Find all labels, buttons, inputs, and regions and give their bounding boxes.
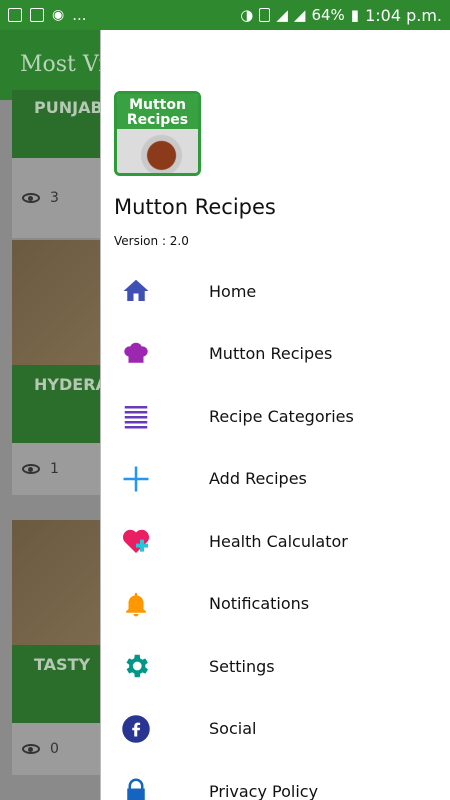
menu-item-notifications[interactable]: Notifications (101, 573, 450, 636)
bell-icon (119, 587, 153, 621)
battery-percent: 64% (311, 6, 345, 24)
heart-plus-icon (119, 524, 153, 558)
menu-item-privacy-policy[interactable]: Privacy Policy (101, 760, 450, 800)
eye-icon (22, 464, 40, 474)
menu-item-add-recipes[interactable]: Add Recipes (101, 448, 450, 511)
page-title: Most Vi (20, 52, 106, 77)
menu-item-mutton-recipes[interactable]: Mutton Recipes (101, 323, 450, 386)
plus-icon (119, 462, 153, 496)
sim-icon (259, 8, 271, 22)
clock: 1:04 p.m. (365, 5, 442, 25)
home-icon (119, 274, 153, 308)
menu-item-home[interactable]: Home (101, 260, 450, 323)
eye-icon (22, 744, 40, 754)
menu-item-settings[interactable]: Settings (101, 635, 450, 698)
signal-icon: ◢ (276, 6, 288, 24)
signal-2-icon: ◢ (293, 6, 306, 24)
wifi-icon: ◑ (240, 6, 254, 24)
app-name: Mutton Recipes (114, 195, 276, 219)
navigation-drawer: Mutton Recipes Mutton Recipes Version : … (100, 30, 450, 800)
list-icon (119, 399, 153, 433)
menu-item-recipe-categories[interactable]: Recipe Categories (101, 385, 450, 448)
facebook-icon (119, 712, 153, 746)
more-notifications: ... (72, 6, 87, 24)
gallery-notification-icon (8, 8, 22, 22)
chef-hat-icon (119, 337, 153, 371)
battery-icon: ▮ (350, 6, 360, 24)
status-bar: ◉ ... ◑ ◢ ◢ 64% ▮ 1:04 p.m. (0, 0, 450, 30)
messenger-notification-icon: ◉ (52, 7, 65, 23)
gear-icon (119, 649, 153, 683)
lock-icon (119, 774, 153, 800)
app-version: Version : 2.0 (114, 234, 189, 248)
app-logo: Mutton Recipes (114, 91, 201, 176)
list-notification-icon (30, 8, 44, 22)
eye-icon (22, 193, 40, 203)
menu-item-health-calculator[interactable]: Health Calculator (101, 510, 450, 573)
drawer-menu: Home Mutton Recipes Recipe Categories Ad… (101, 260, 450, 800)
menu-item-social[interactable]: Social (101, 698, 450, 761)
